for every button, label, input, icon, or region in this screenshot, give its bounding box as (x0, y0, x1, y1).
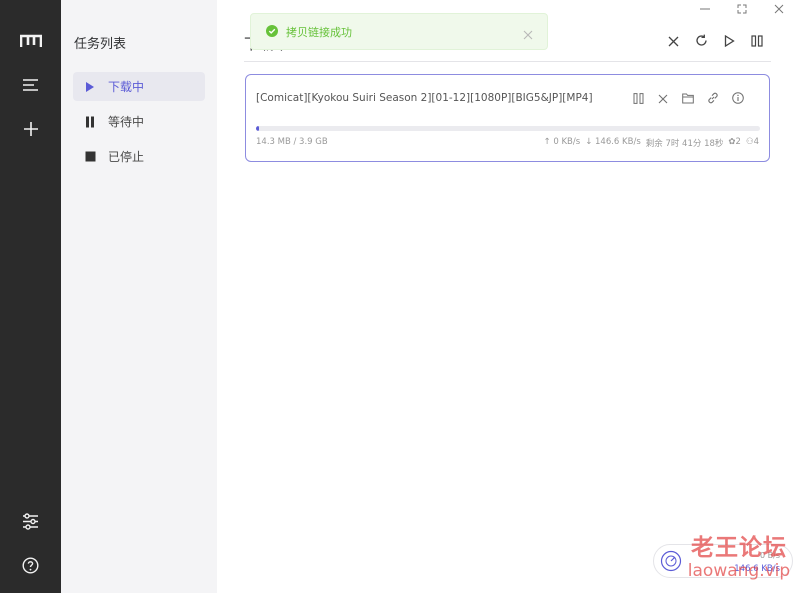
seeder-icon: ✿ (728, 137, 736, 147)
nav-item-waiting[interactable]: 等待中 (73, 107, 205, 136)
clear-tasks-button[interactable] (664, 32, 682, 50)
task-stats: ↑ 0 KB/s ↓ 146.6 KB/s 剩余 7时 41分 18秒 ✿2 ⚇… (544, 137, 759, 149)
download-speed: ↓ 146.6 KB/s (585, 137, 641, 147)
toast-message: 拷贝链接成功 (286, 25, 352, 39)
task-size: 14.3 MB / 3.9 GB (256, 137, 328, 147)
stop-icon (83, 150, 97, 164)
info-icon (732, 89, 744, 108)
close-icon (668, 32, 679, 51)
main-panel: 下载中 [Comicat][Kyokou Suiri Season 2][01-… (217, 0, 800, 593)
resume-all-button[interactable] (720, 32, 738, 50)
task-pause-button[interactable] (631, 91, 645, 105)
pause-icon (633, 89, 644, 108)
seeders: ✿2 (728, 137, 741, 147)
task-nav: 任务列表 下载中 等待中 已停止 (61, 0, 217, 593)
maximize-icon[interactable] (731, 1, 753, 17)
task-info-button[interactable] (731, 91, 745, 105)
play-icon (83, 80, 97, 94)
task-list-icon[interactable] (0, 70, 61, 100)
peers: ⚇4 (745, 137, 759, 147)
minimize-icon[interactable] (694, 1, 716, 17)
task-delete-button[interactable] (656, 91, 670, 105)
app-logo-icon (0, 26, 61, 56)
nav-item-label: 等待中 (108, 115, 145, 129)
add-task-icon[interactable] (0, 114, 61, 144)
nav-title: 任务列表 (74, 37, 127, 52)
left-rail (0, 0, 61, 593)
watermark-line1: 老王论坛 (691, 535, 787, 561)
success-toast: 拷贝链接成功 (250, 13, 548, 50)
refresh-icon (695, 32, 708, 51)
settings-sliders-icon[interactable] (0, 506, 61, 536)
refresh-button[interactable] (692, 32, 710, 50)
task-progress-bar (256, 126, 760, 131)
task-card[interactable]: [Comicat][Kyokou Suiri Season 2][01-12][… (245, 74, 770, 162)
nav-item-downloading[interactable]: 下载中 (73, 72, 205, 101)
nav-item-stopped[interactable]: 已停止 (73, 142, 205, 171)
upload-speed: ↑ 0 KB/s (543, 137, 581, 147)
task-copy-link-button[interactable] (706, 91, 720, 105)
nav-item-label: 下载中 (108, 80, 145, 94)
time-remaining: 剩余 7时 41分 18秒 (645, 139, 724, 149)
peers-icon: ⚇ (745, 137, 754, 147)
help-icon[interactable] (0, 550, 61, 580)
resume-all-icon (724, 32, 735, 51)
task-progress-fill (256, 126, 260, 131)
task-open-folder-button[interactable] (681, 91, 695, 105)
header-divider (244, 61, 771, 62)
success-check-icon (266, 22, 278, 41)
app-window: 任务列表 下载中 等待中 已停止 [Comicat][Kyokou Suiri … (0, 0, 800, 593)
window-close-icon[interactable] (768, 1, 790, 17)
pause-all-icon (751, 32, 763, 51)
watermark-line2: laowang.vip (687, 561, 791, 581)
toast-close-icon[interactable] (523, 25, 535, 40)
pause-all-button[interactable] (748, 32, 766, 50)
folder-icon (682, 89, 694, 108)
pause-icon (83, 115, 97, 129)
delete-icon (658, 89, 668, 108)
task-name: [Comicat][Kyokou Suiri Season 2][01-12][… (256, 92, 593, 104)
link-icon (707, 89, 719, 108)
watermark: 老王论坛 laowang.vip (679, 537, 799, 580)
nav-item-label: 已停止 (108, 150, 145, 164)
